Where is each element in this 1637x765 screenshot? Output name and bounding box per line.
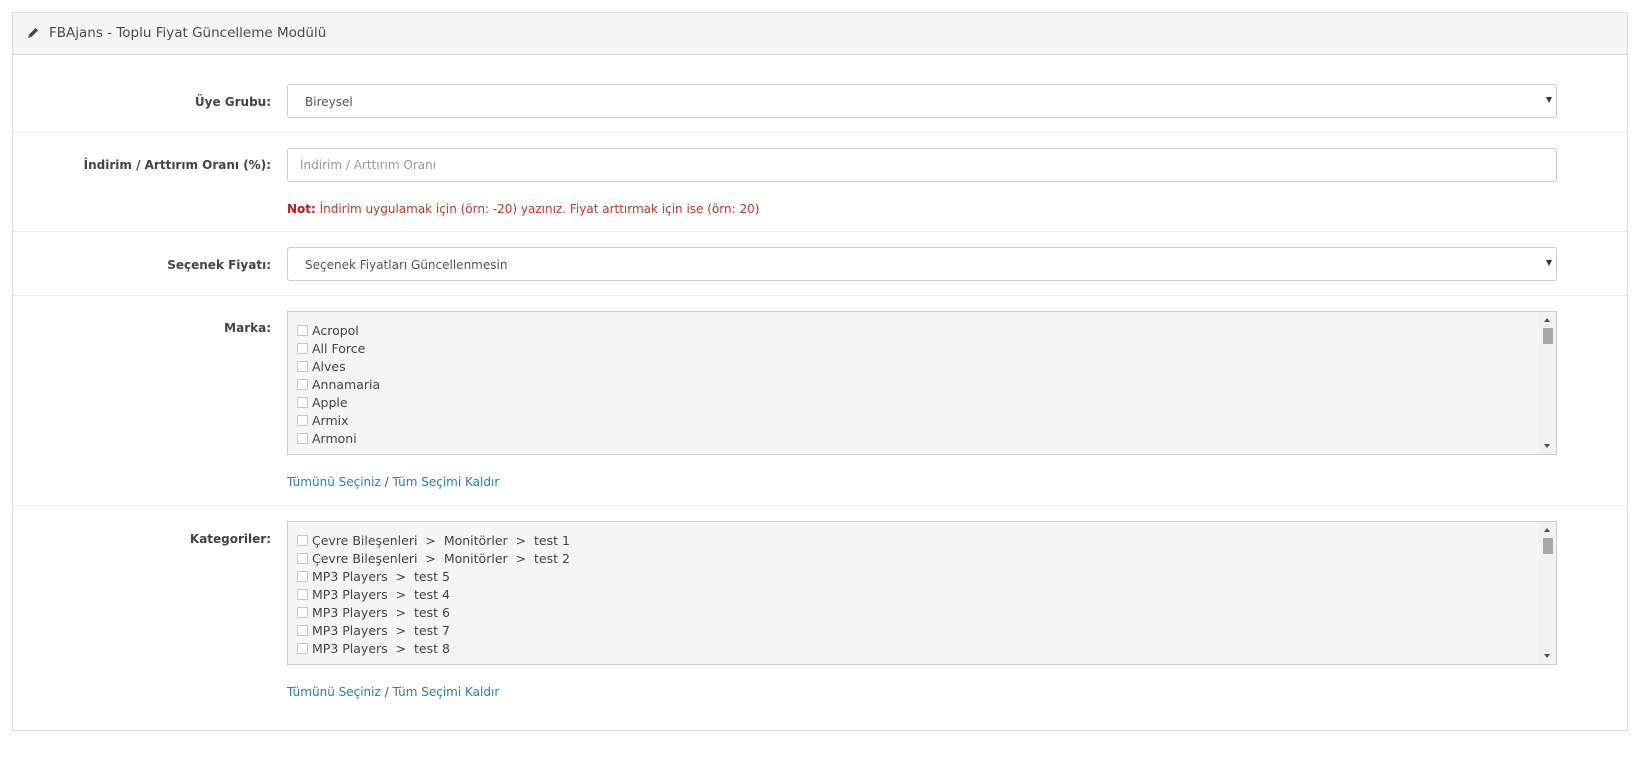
- link-separator: /: [380, 685, 393, 699]
- category-item[interactable]: Çevre Bileşenleri > Monitörler > test 2: [297, 550, 570, 568]
- panel-heading: FBAjans - Toplu Fiyat Güncelleme Modülü: [13, 13, 1627, 55]
- rate-note-text: İndirim uygulamak için (örn: -20) yazını…: [315, 202, 760, 216]
- option-price-select[interactable]: Seçenek Fiyatları Güncellenmesin: [287, 247, 1557, 281]
- checkbox[interactable]: [297, 343, 308, 354]
- category-item[interactable]: MP3 Players > test 7: [297, 622, 570, 640]
- checkbox[interactable]: [297, 571, 308, 582]
- brand-item[interactable]: Acropol: [297, 322, 380, 340]
- category-item-label: MP3 Players > test 8: [312, 641, 450, 656]
- category-item[interactable]: MP3 Players > test 6: [297, 604, 570, 622]
- category-item[interactable]: MP3 Players > test 4: [297, 586, 570, 604]
- checkbox[interactable]: [297, 589, 308, 600]
- checkbox[interactable]: [297, 397, 308, 408]
- scroll-down-icon[interactable]: [1544, 444, 1550, 448]
- brand-item-label: Alves: [312, 359, 346, 374]
- checkbox[interactable]: [297, 535, 308, 546]
- brand-item[interactable]: Armoni: [297, 430, 380, 448]
- chevron-down-icon: [1546, 260, 1552, 266]
- brand-item[interactable]: Annamaria: [297, 376, 380, 394]
- categories-row: Kategoriler: Çevre Bileşenleri > Monitör…: [13, 506, 1627, 732]
- member-group-selected: Bireysel: [305, 95, 353, 109]
- option-price-selected: Seçenek Fiyatları Güncellenmesin: [305, 258, 508, 272]
- pencil-icon: [28, 28, 38, 38]
- rate-row: İndirim / Arttırım Oranı (%): Not: İndir…: [13, 133, 1627, 232]
- link-separator: /: [380, 475, 393, 489]
- checkbox[interactable]: [297, 553, 308, 564]
- scroll-up-icon[interactable]: [1544, 318, 1550, 322]
- brand-item-label: Annamaria: [312, 377, 381, 392]
- brand-item-label: Apple: [312, 395, 348, 410]
- category-item-label: MP3 Players > test 6: [312, 605, 450, 620]
- brand-list[interactable]: Acropol All Force Alves Annamaria Apple Armix…: [287, 311, 1557, 455]
- rate-note-prefix: Not:: [287, 202, 316, 216]
- rate-input[interactable]: [287, 148, 1557, 182]
- categories-label: Kategoriler:: [189, 532, 271, 546]
- price-update-panel: FBAjans - Toplu Fiyat Güncelleme Modülü …: [12, 12, 1628, 731]
- brand-item[interactable]: All Force: [297, 340, 380, 358]
- panel-title: FBAjans - Toplu Fiyat Güncelleme Modülü: [49, 25, 327, 41]
- option-price-row: Seçenek Fiyatı: Seçenek Fiyatları Güncel…: [13, 232, 1627, 296]
- checkbox[interactable]: [297, 415, 308, 426]
- category-item[interactable]: MP3 Players > test 5: [297, 568, 570, 586]
- checkbox[interactable]: [297, 379, 308, 390]
- category-item-label: MP3 Players > test 5: [312, 569, 450, 584]
- checkbox[interactable]: [297, 361, 308, 372]
- brand-item[interactable]: Armix: [297, 412, 380, 430]
- scroll-thumb[interactable]: [1543, 328, 1553, 344]
- category-item-label: MP3 Players > test 7: [312, 623, 450, 638]
- categories-list-scrollbar[interactable]: [1539, 522, 1556, 664]
- brand-item[interactable]: Alves: [297, 358, 380, 376]
- brand-item-label: All Force: [312, 341, 366, 356]
- category-item-label: Çevre Bileşenleri > Monitörler > test 2: [312, 551, 570, 566]
- checkbox[interactable]: [297, 325, 308, 336]
- categories-select-all-link[interactable]: Tümünü Seçiniz: [287, 685, 381, 699]
- brand-label: Marka:: [224, 321, 271, 335]
- brand-item-label: Armix: [312, 413, 349, 428]
- rate-label: İndirim / Arttırım Oranı (%):: [83, 158, 271, 172]
- scroll-down-icon[interactable]: [1544, 654, 1550, 658]
- categories-list[interactable]: Çevre Bileşenleri > Monitörler > test 1 Ç…: [287, 521, 1557, 665]
- checkbox[interactable]: [297, 643, 308, 654]
- chevron-down-icon: [1546, 97, 1552, 103]
- category-item[interactable]: MP3 Players > test 8: [297, 640, 570, 658]
- brand-row: Marka: Acropol All Force Alves Annamaria App…: [13, 296, 1627, 506]
- category-items: Çevre Bileşenleri > Monitörler > test 1 Ç…: [297, 532, 570, 658]
- brand-item-label: Armoni: [312, 431, 357, 446]
- brand-select-all-link[interactable]: Tümünü Seçiniz: [287, 475, 381, 489]
- member-group-label: Üye Grubu:: [194, 95, 271, 109]
- rate-note: Not: İndirim uygulamak için (örn: -20) y…: [287, 202, 759, 216]
- checkbox[interactable]: [297, 625, 308, 636]
- category-item-label: MP3 Players > test 4: [312, 587, 450, 602]
- checkbox[interactable]: [297, 607, 308, 618]
- scroll-thumb[interactable]: [1543, 538, 1553, 554]
- member-group-select[interactable]: Bireysel: [287, 84, 1557, 118]
- categories-links: Tümünü Seçiniz / Tüm Seçimi Kaldır: [287, 685, 499, 699]
- category-item-label: Çevre Bileşenleri > Monitörler > test 1: [312, 533, 570, 548]
- brand-deselect-all-link[interactable]: Tüm Seçimi Kaldır: [392, 475, 499, 489]
- category-item[interactable]: Çevre Bileşenleri > Monitörler > test 1: [297, 532, 570, 550]
- categories-deselect-all-link[interactable]: Tüm Seçimi Kaldır: [392, 685, 499, 699]
- scroll-up-icon[interactable]: [1544, 528, 1550, 532]
- option-price-label: Seçenek Fiyatı:: [167, 258, 271, 272]
- brand-items: Acropol All Force Alves Annamaria Apple Armix…: [297, 322, 380, 448]
- brand-item-label: Acropol: [312, 323, 359, 338]
- brand-links: Tümünü Seçiniz / Tüm Seçimi Kaldır: [287, 475, 499, 489]
- checkbox[interactable]: [297, 433, 308, 444]
- brand-item[interactable]: Apple: [297, 394, 380, 412]
- brand-list-scrollbar[interactable]: [1539, 312, 1556, 454]
- member-group-row: Üye Grubu: Bireysel: [13, 55, 1627, 133]
